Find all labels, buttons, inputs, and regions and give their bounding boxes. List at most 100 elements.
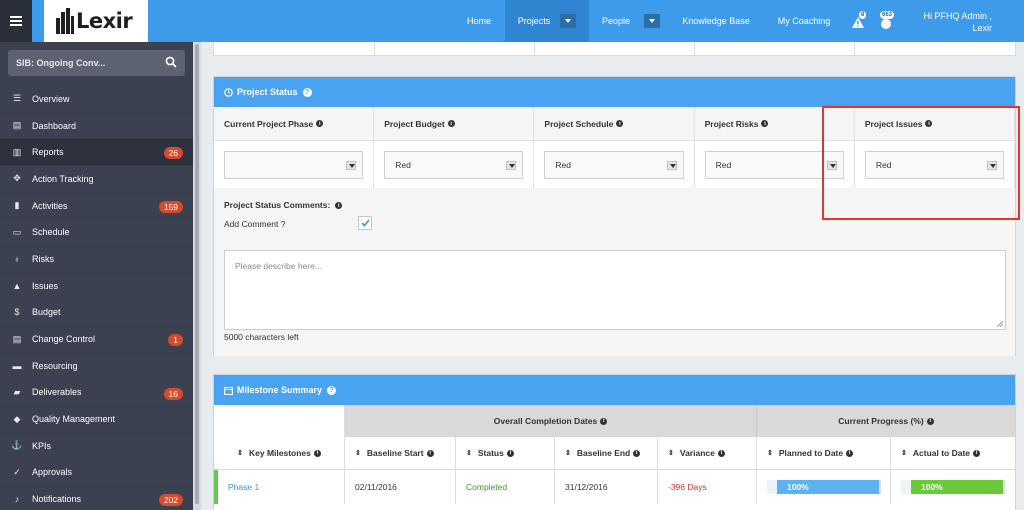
status-cell: Completed xyxy=(456,470,555,504)
calendar-icon xyxy=(224,386,233,395)
column-planned-to-date[interactable]: ⇕ Planned to Date i xyxy=(757,437,891,469)
column-variance[interactable]: ⇕ Variance i xyxy=(658,437,757,469)
info-icon[interactable]: i xyxy=(846,449,854,457)
hamburger-icon xyxy=(10,16,22,26)
sidebar-count-badge: 159 xyxy=(158,200,183,213)
top-bar: Lexir Home Projects People Knowledge Bas… xyxy=(0,0,1024,42)
sidebar-item-kpis[interactable]: ⚓ KPIs xyxy=(0,433,193,460)
warning-icon: ▲ xyxy=(12,280,22,291)
sort-icon: ⇕ xyxy=(767,449,773,457)
scrollbar-thumb[interactable] xyxy=(195,44,199,504)
milestone-summary-title: Milestone Summary xyxy=(237,385,323,395)
info-icon[interactable]: i xyxy=(717,449,725,457)
milestone-name-link[interactable]: Phase 1 xyxy=(218,470,345,504)
sidebar-item-risks[interactable]: ♁ Risks xyxy=(0,246,193,273)
menu-toggle-button[interactable] xyxy=(0,0,32,42)
alerts-button[interactable]: 8 xyxy=(852,11,867,28)
comment-textarea[interactable]: Please describe here... xyxy=(224,250,1006,330)
sidebar-item-notifications[interactable]: ♪ Notifications 202 xyxy=(0,486,193,510)
info-icon[interactable]: i xyxy=(313,449,321,457)
user-menu[interactable]: Hi PFHQ Admin , Lexir xyxy=(923,10,992,34)
nav-my-coaching[interactable]: My Coaching xyxy=(770,0,838,42)
sidebar-menu: ☰ Overview ▤ Dashboard ▥ Reports 26 ✥ Action … xyxy=(0,86,193,510)
nav-projects[interactable]: Projects xyxy=(505,0,589,42)
sidebar-item-overview[interactable]: ☰ Overview xyxy=(0,86,193,113)
nav-knowledge-base-label: Knowledge Base xyxy=(682,16,750,26)
sidebar-count-badge: 1 xyxy=(168,334,183,347)
column-baseline-end[interactable]: ⇕ Baseline End i xyxy=(555,437,658,469)
search-icon[interactable] xyxy=(165,56,177,68)
column-label: Current Project Phase xyxy=(224,118,314,129)
info-icon[interactable]: i xyxy=(973,449,981,457)
sidebar-item-deliverables[interactable]: ▰ Deliverables 16 xyxy=(0,380,193,407)
info-icon[interactable]: i xyxy=(600,417,608,425)
column-label: Project Schedule xyxy=(544,118,614,129)
info-icon[interactable]: i xyxy=(506,449,514,457)
sidebar-item-label: Schedule xyxy=(32,227,70,238)
info-icon[interactable]: i xyxy=(316,120,324,127)
sidebar-item-label: Action Tracking xyxy=(32,173,94,184)
budget-select[interactable]: Red xyxy=(384,150,524,179)
group-header-blank xyxy=(214,405,345,437)
nav-knowledge-base[interactable]: Knowledge Base xyxy=(676,0,756,42)
sidebar-item-issues[interactable]: ▲ Issues xyxy=(0,273,193,300)
column-label: Key Milestones xyxy=(248,448,311,458)
sidebar-count-badge: 26 xyxy=(163,147,183,160)
characters-left: 5000 characters left xyxy=(224,332,299,342)
messages-button[interactable]: 663 xyxy=(880,11,896,29)
sidebar-item-dashboard[interactable]: ▤ Dashboard xyxy=(0,113,193,140)
sidebar-item-label: Deliverables xyxy=(32,387,82,398)
project-search[interactable]: SIB: Ongoing Conv... xyxy=(8,50,185,76)
actual-progress-track: 100% xyxy=(901,480,1005,494)
info-icon[interactable]: i xyxy=(761,120,769,127)
sidebar-item-budget[interactable]: $ Budget xyxy=(0,300,193,327)
sidebar-item-reports[interactable]: ▥ Reports 26 xyxy=(0,139,193,167)
column-actual-to-date[interactable]: ⇕ Actual to Date i xyxy=(891,437,1015,469)
sidebar-item-quality-management[interactable]: ◆ Quality Management xyxy=(0,406,193,433)
thumbs-up-icon: ✓ xyxy=(13,466,21,477)
comment-placeholder: Please describe here... xyxy=(235,261,322,271)
column-key-milestones[interactable]: ⇕ Key Milestones i xyxy=(214,437,345,469)
resize-handle-icon[interactable] xyxy=(996,320,1003,327)
schedule-select[interactable]: Red xyxy=(544,150,684,179)
info-icon[interactable]: i xyxy=(447,120,455,127)
milestone-column-header: ⇕ Key Milestones i ⇕ Baseline Start i ⇕ Statu… xyxy=(214,437,1015,470)
help-icon[interactable]: ? xyxy=(327,385,337,395)
phase-select[interactable] xyxy=(224,150,364,179)
column-header-schedule: Project Schedule i xyxy=(534,107,695,140)
comments-label: Project Status Comments: i xyxy=(224,200,343,210)
nav-people[interactable]: People xyxy=(596,0,666,42)
info-icon[interactable]: i xyxy=(335,202,343,210)
info-icon[interactable]: i xyxy=(633,449,641,457)
sidebar-item-resourcing[interactable]: ▬ Resourcing xyxy=(0,353,193,380)
table-row: Phase 1 02/11/2016 Completed 31/12/2016 … xyxy=(214,470,1015,504)
info-icon[interactable]: i xyxy=(926,417,934,425)
sidebar-item-label: KPIs xyxy=(32,440,52,451)
help-icon[interactable]: ? xyxy=(302,87,312,97)
previous-panel-bottom xyxy=(213,42,1016,56)
column-baseline-start[interactable]: ⇕ Baseline Start i xyxy=(345,437,456,469)
anchor-icon: ⚓ xyxy=(11,440,23,451)
planned-to-date-cell: 100% xyxy=(757,470,891,504)
add-comment-checkbox[interactable] xyxy=(358,216,372,230)
sidebar-item-approvals[interactable]: ✓ Approvals xyxy=(0,460,193,487)
user-greeting: Hi PFHQ Admin , xyxy=(923,11,992,21)
highlight-box xyxy=(822,106,1020,220)
sidebar-item-action-tracking[interactable]: ✥ Action Tracking xyxy=(0,166,193,193)
sidebar-item-change-control[interactable]: ▤ Change Control 1 xyxy=(0,326,193,353)
info-icon[interactable]: i xyxy=(426,449,434,457)
chevron-down-icon[interactable] xyxy=(644,14,661,28)
sidebar-scrollbar[interactable] xyxy=(193,42,201,510)
nav-home[interactable]: Home xyxy=(460,0,498,42)
sidebar-item-activities[interactable]: ▮ Activities 159 xyxy=(0,193,193,220)
comments-label-text: Project Status Comments: xyxy=(224,200,331,210)
sidebar-item-label: Resourcing xyxy=(32,360,78,371)
column-label: Actual to Date xyxy=(912,448,971,458)
bar-chart-icon: ▥ xyxy=(12,146,22,157)
sidebar-item-schedule[interactable]: ▭ Schedule xyxy=(0,219,193,247)
alerts-count-badge: 8 xyxy=(859,11,867,19)
chevron-down-icon[interactable] xyxy=(560,14,577,28)
info-icon[interactable]: i xyxy=(616,120,624,127)
column-status[interactable]: ⇕ Status i xyxy=(456,437,555,469)
logo[interactable]: Lexir xyxy=(44,0,148,42)
